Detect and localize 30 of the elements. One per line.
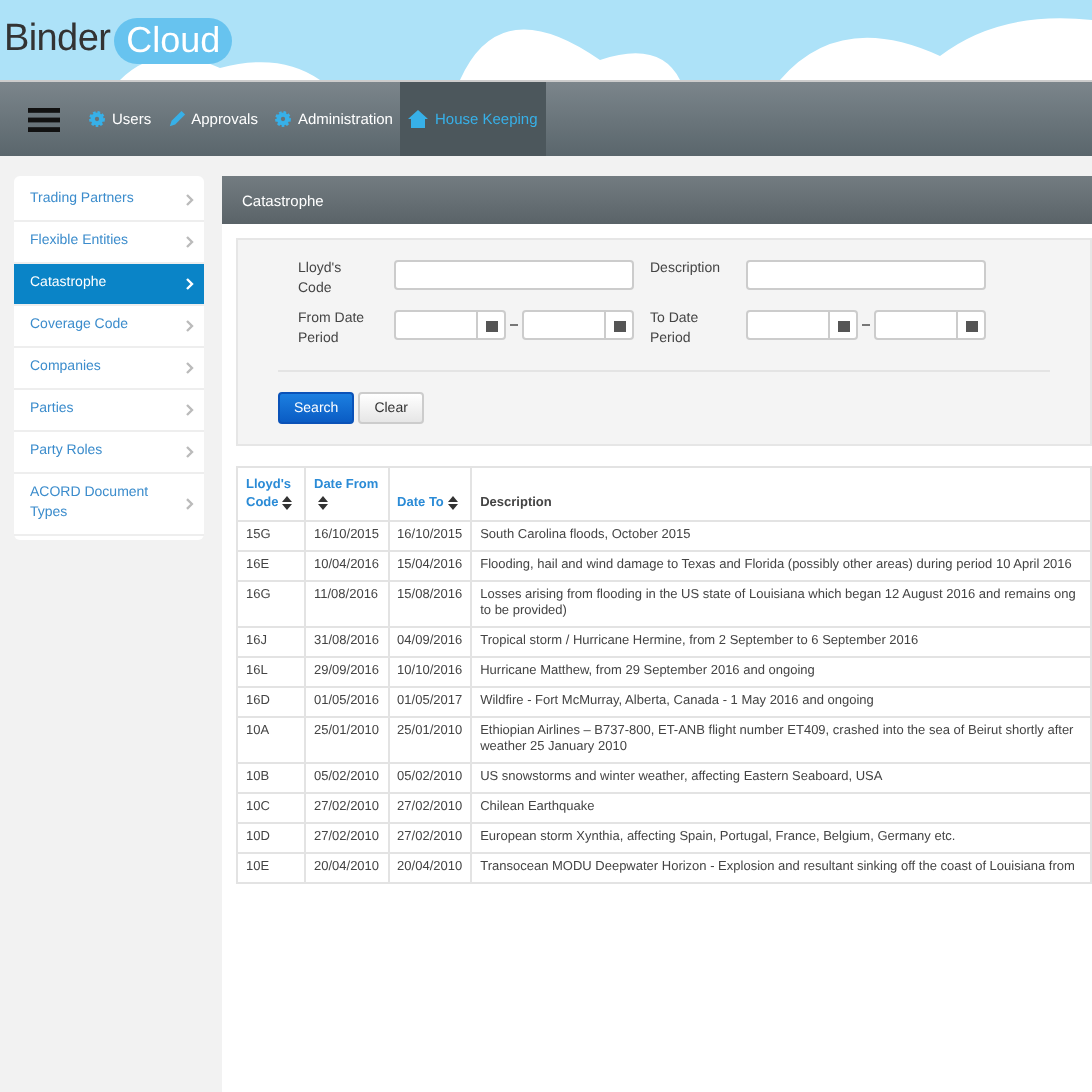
- gear-icon: [273, 110, 292, 128]
- logo-text: Binder: [4, 18, 111, 62]
- chevron-icon: [186, 446, 194, 458]
- chevron-icon: [186, 404, 194, 416]
- date-field[interactable]: [746, 310, 858, 340]
- logo-badge: Cloud: [114, 17, 233, 63]
- lloyds-code-field[interactable]: [394, 260, 634, 290]
- calendar-icon: [613, 319, 625, 331]
- chevron-icon: [186, 194, 194, 206]
- chevron-icon: [186, 498, 194, 510]
- sort-icon: [318, 495, 328, 510]
- home-icon: [408, 110, 429, 128]
- date-field[interactable]: [394, 310, 506, 340]
- calendar-icon: [965, 319, 977, 331]
- chevron-icon: [186, 320, 194, 332]
- menu-icon[interactable]: [28, 107, 60, 131]
- dash-icon: [862, 323, 870, 327]
- description-field[interactable]: [746, 260, 986, 290]
- date-field[interactable]: [874, 310, 986, 340]
- sort-icon: [447, 495, 458, 510]
- pencil-icon: [167, 110, 186, 128]
- calendar-icon: [837, 319, 849, 331]
- gear-icon: [88, 110, 106, 128]
- chevron-icon: [186, 362, 194, 374]
- calendar-icon: [485, 319, 497, 331]
- dash-icon: [510, 323, 518, 327]
- chevron-icon: [186, 236, 194, 248]
- sort-icon: [282, 495, 293, 510]
- date-field[interactable]: [522, 310, 634, 340]
- chevron-icon: [186, 278, 194, 290]
